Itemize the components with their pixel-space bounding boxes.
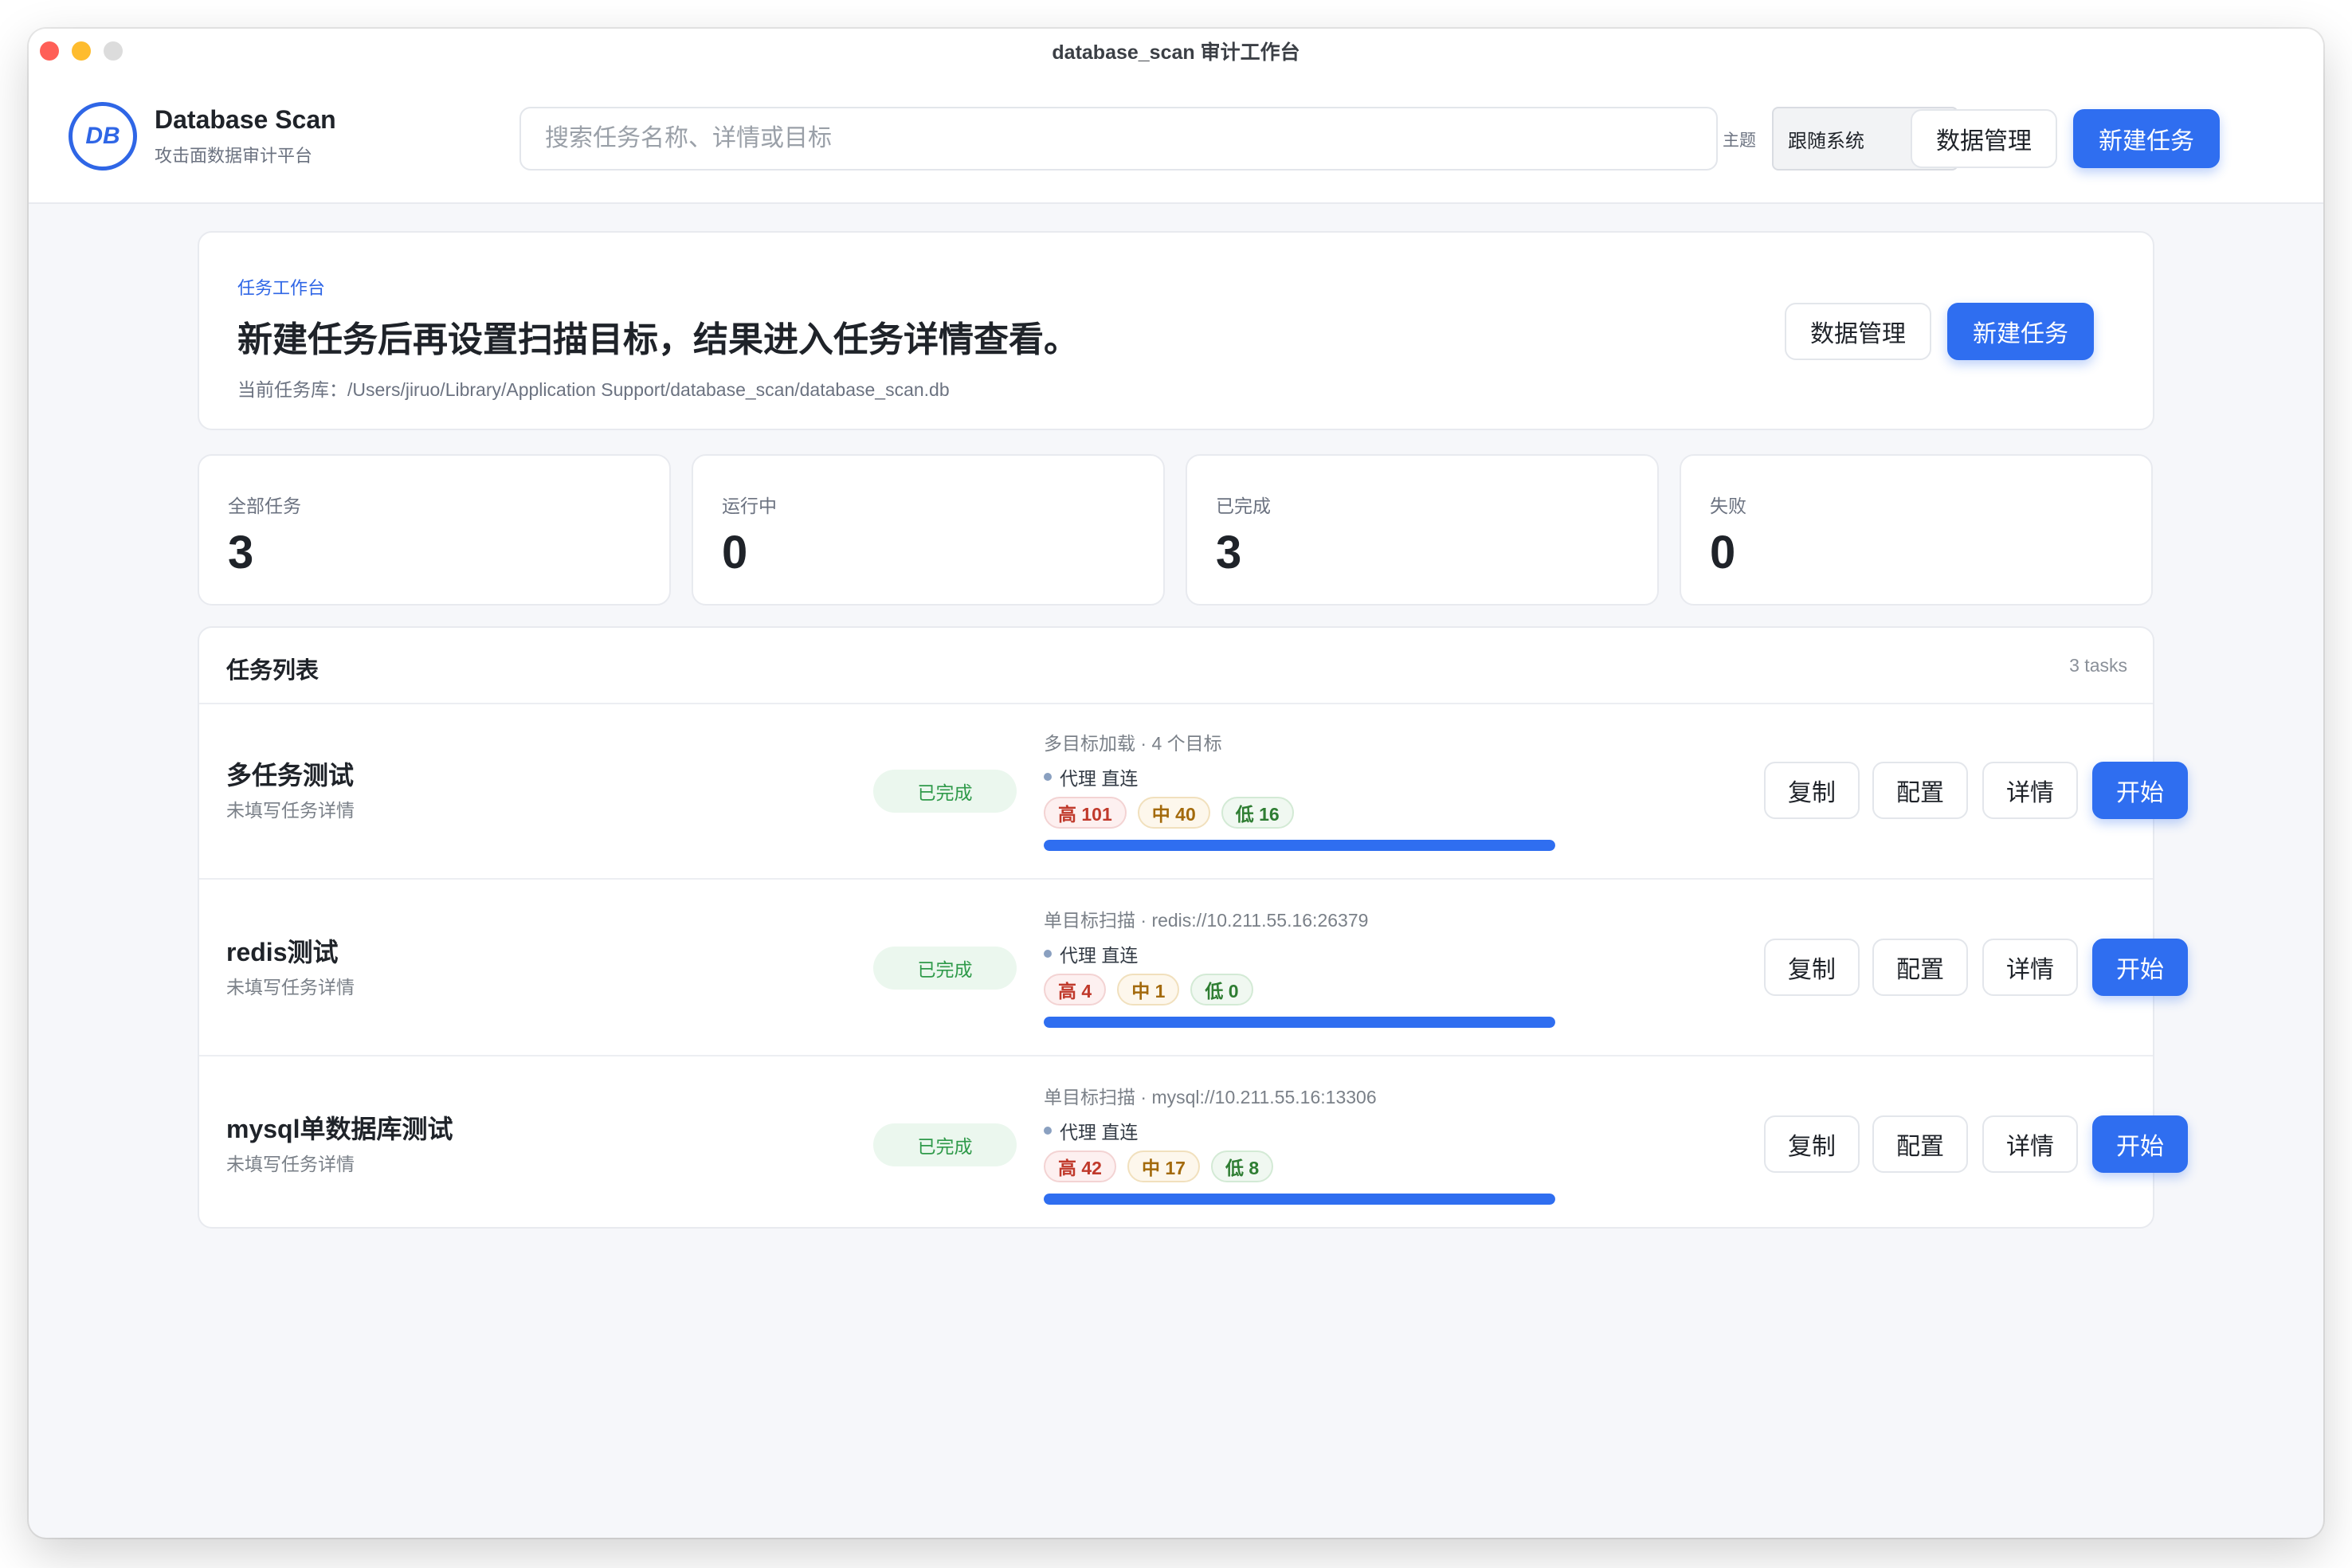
config-button[interactable]: 配置 [1872, 762, 1968, 819]
status-badge: 已完成 [873, 947, 1017, 990]
proxy-dot-icon [1044, 950, 1052, 958]
proxy-label: 代理 直连 [1060, 1122, 1139, 1143]
brand-name: Database Scan [155, 105, 336, 134]
stat-value: 3 [1216, 527, 1242, 578]
mid-count-badge: 中 40 [1137, 797, 1210, 829]
mid-count-badge: 中 1 [1117, 974, 1180, 1005]
task-proxy: 代理 直连 [1044, 1117, 1138, 1144]
header-data-manage-button[interactable]: 数据管理 [1911, 109, 2057, 168]
hero-card: 任务工作台 新建任务后再设置扫描目标，结果进入任务详情查看。 当前任务库：/Us… [198, 231, 2154, 430]
start-button[interactable]: 开始 [2092, 1115, 2188, 1173]
severity-badges: 高 42 中 17 低 8 [1044, 1151, 1274, 1182]
proxy-dot-icon [1044, 1127, 1052, 1135]
status-badge: 已完成 [873, 1123, 1017, 1166]
status-badge: 已完成 [873, 770, 1017, 813]
theme-select-value: 跟随系统 [1788, 130, 1864, 152]
low-count-badge: 低 16 [1221, 797, 1294, 829]
stat-value: 3 [228, 527, 254, 578]
db-path: 当前任务库：/Users/jiruo/Library/Application S… [237, 379, 950, 400]
window-title: database_scan 审计工作台 [1052, 41, 1300, 64]
task-meta: 单目标扫描 · mysql://10.211.55.16:13306 [1044, 1087, 1377, 1107]
detail-button[interactable]: 详情 [1982, 762, 2078, 819]
low-count-badge: 低 8 [1210, 1151, 1274, 1182]
task-progress-bar [1044, 1017, 1555, 1028]
stat-label: 失败 [1710, 496, 1746, 516]
stat-label: 已完成 [1216, 496, 1271, 516]
config-button[interactable]: 配置 [1872, 939, 1968, 996]
task-list-title: 任务列表 [226, 658, 319, 684]
hero-title: 新建任务后再设置扫描目标，结果进入任务详情查看。 [237, 320, 1079, 359]
theme-label: 主题 [1723, 131, 1756, 150]
task-count: 3 tasks [2069, 655, 2127, 676]
task-name: mysql单数据库测试 [226, 1115, 453, 1143]
copy-button[interactable]: 复制 [1764, 762, 1860, 819]
start-button[interactable]: 开始 [2092, 939, 2188, 996]
progress-fill [1044, 1194, 1555, 1205]
proxy-label: 代理 直连 [1060, 945, 1139, 966]
task-list: 任务列表 3 tasks 多任务测试 未填写任务详情 已完成 多目标加载 · 4… [198, 626, 2188, 1229]
stat-value: 0 [722, 527, 748, 578]
search-input[interactable] [519, 107, 1718, 171]
start-button[interactable]: 开始 [2092, 762, 2188, 819]
proxy-dot-icon [1044, 773, 1052, 781]
hero-new-task-button[interactable]: 新建任务 [1947, 303, 2094, 360]
task-proxy: 代理 直连 [1044, 763, 1138, 790]
task-name: redis测试 [226, 938, 339, 966]
task-proxy: 代理 直连 [1044, 940, 1138, 967]
detail-button[interactable]: 详情 [1982, 939, 2078, 996]
app-window: database_scan 审计工作台 DB Database Scan 攻击面… [29, 29, 2323, 1538]
stat-value: 0 [1710, 527, 1736, 578]
stat-card-all: 全部任务 3 [198, 454, 671, 606]
task-desc: 未填写任务详情 [226, 1154, 355, 1174]
stat-card-running: 运行中 0 [692, 454, 1165, 606]
task-desc: 未填写任务详情 [226, 977, 355, 998]
task-progress-bar [1044, 1194, 1555, 1205]
task-meta: 多目标加载 · 4 个目标 [1044, 733, 1222, 754]
high-count-badge: 高 42 [1044, 1151, 1116, 1182]
task-row[interactable]: redis测试 未填写任务详情 已完成 单目标扫描 · redis://10.2… [199, 881, 2188, 1056]
detail-button[interactable]: 详情 [1982, 1115, 2078, 1173]
progress-fill [1044, 1017, 1555, 1028]
progress-fill [1044, 840, 1555, 851]
hero-data-manage-button[interactable]: 数据管理 [1785, 303, 1931, 360]
task-list-header: 任务列表 3 tasks [199, 628, 2153, 704]
header-new-task-button[interactable]: 新建任务 [2073, 109, 2220, 168]
severity-badges: 高 101 中 40 低 16 [1044, 797, 1294, 829]
stat-label: 全部任务 [228, 496, 301, 516]
high-count-badge: 高 4 [1044, 974, 1107, 1005]
task-row[interactable]: mysql单数据库测试 未填写任务详情 已完成 单目标扫描 · mysql://… [199, 1058, 2188, 1233]
config-button[interactable]: 配置 [1872, 1115, 1968, 1173]
top-bar: database_scan 审计工作台 DB Database Scan 攻击面… [29, 29, 2323, 204]
mid-count-badge: 中 17 [1127, 1151, 1200, 1182]
db-logo-icon: DB [69, 102, 137, 171]
task-row[interactable]: 多任务测试 未填写任务详情 已完成 多目标加载 · 4 个目标 代理 直连 高 … [199, 704, 2188, 880]
proxy-label: 代理 直连 [1060, 768, 1139, 789]
task-desc: 未填写任务详情 [226, 800, 355, 821]
stat-card-failed: 失败 0 [1680, 454, 2153, 606]
task-meta: 单目标扫描 · redis://10.211.55.16:26379 [1044, 910, 1369, 931]
task-name: 多任务测试 [226, 761, 355, 790]
task-progress-bar [1044, 840, 1555, 851]
severity-badges: 高 4 中 1 低 0 [1044, 974, 1253, 1005]
brand-subtitle: 攻击面数据审计平台 [155, 146, 313, 166]
high-count-badge: 高 101 [1044, 797, 1127, 829]
hero-eyebrow: 任务工作台 [237, 278, 326, 298]
copy-button[interactable]: 复制 [1764, 939, 1860, 996]
copy-button[interactable]: 复制 [1764, 1115, 1860, 1173]
stat-label: 运行中 [722, 496, 777, 516]
low-count-badge: 低 0 [1190, 974, 1253, 1005]
stat-card-completed: 已完成 3 [1186, 454, 1659, 606]
